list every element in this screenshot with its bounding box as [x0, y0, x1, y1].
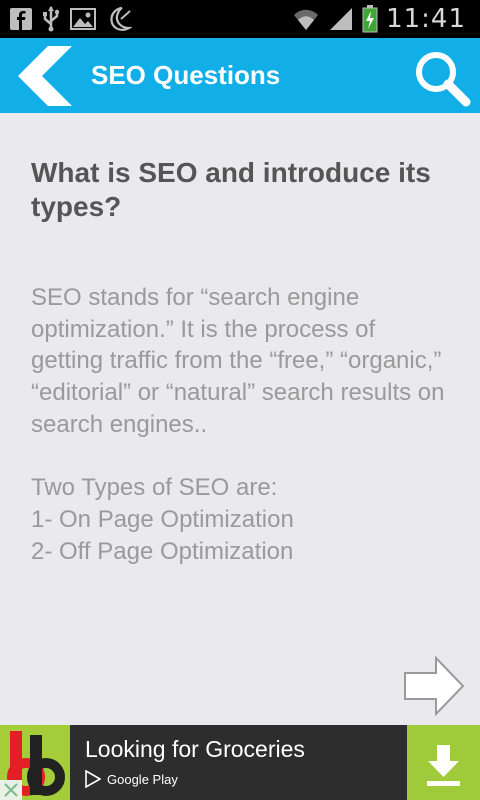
- ad-banner[interactable]: Looking for Groceries Google Play: [0, 725, 480, 800]
- app-bar: SEO Questions: [0, 38, 480, 113]
- page-title: SEO Questions: [91, 60, 281, 90]
- next-question-button[interactable]: [402, 655, 466, 717]
- next-arrow-icon: [404, 655, 465, 717]
- clock: 11:41: [386, 4, 466, 34]
- image-icon: [70, 8, 96, 30]
- signal-icon: [330, 8, 353, 30]
- ad-close-button[interactable]: [0, 780, 22, 800]
- notification-icons: [10, 6, 132, 32]
- search-button[interactable]: [412, 48, 472, 108]
- ad-title: Looking for Groceries: [85, 736, 305, 762]
- moon-icon: [110, 6, 132, 31]
- ad-store-label: Google Play: [107, 771, 178, 787]
- close-icon: [4, 783, 18, 797]
- answer-text: SEO stands for “search engine optimizati…: [31, 284, 445, 565]
- usb-icon: [43, 6, 60, 32]
- search-icon: [416, 52, 471, 107]
- download-icon: [427, 745, 460, 786]
- back-button[interactable]: [10, 44, 76, 108]
- system-icons: 11:41: [292, 4, 466, 34]
- wifi-icon: [294, 9, 319, 30]
- question-content: What is SEO and introduce its types? SEO…: [31, 156, 451, 567]
- google-play-icon: [85, 770, 101, 788]
- battery-charging-icon: [362, 5, 378, 33]
- facebook-icon: [10, 8, 32, 30]
- status-bar: 11:41: [0, 0, 480, 38]
- question-title: What is SEO and introduce its types?: [31, 157, 431, 222]
- back-arrow-icon: [18, 46, 72, 106]
- ad-download-button[interactable]: [407, 725, 480, 800]
- ad-store: Google Play: [85, 770, 178, 788]
